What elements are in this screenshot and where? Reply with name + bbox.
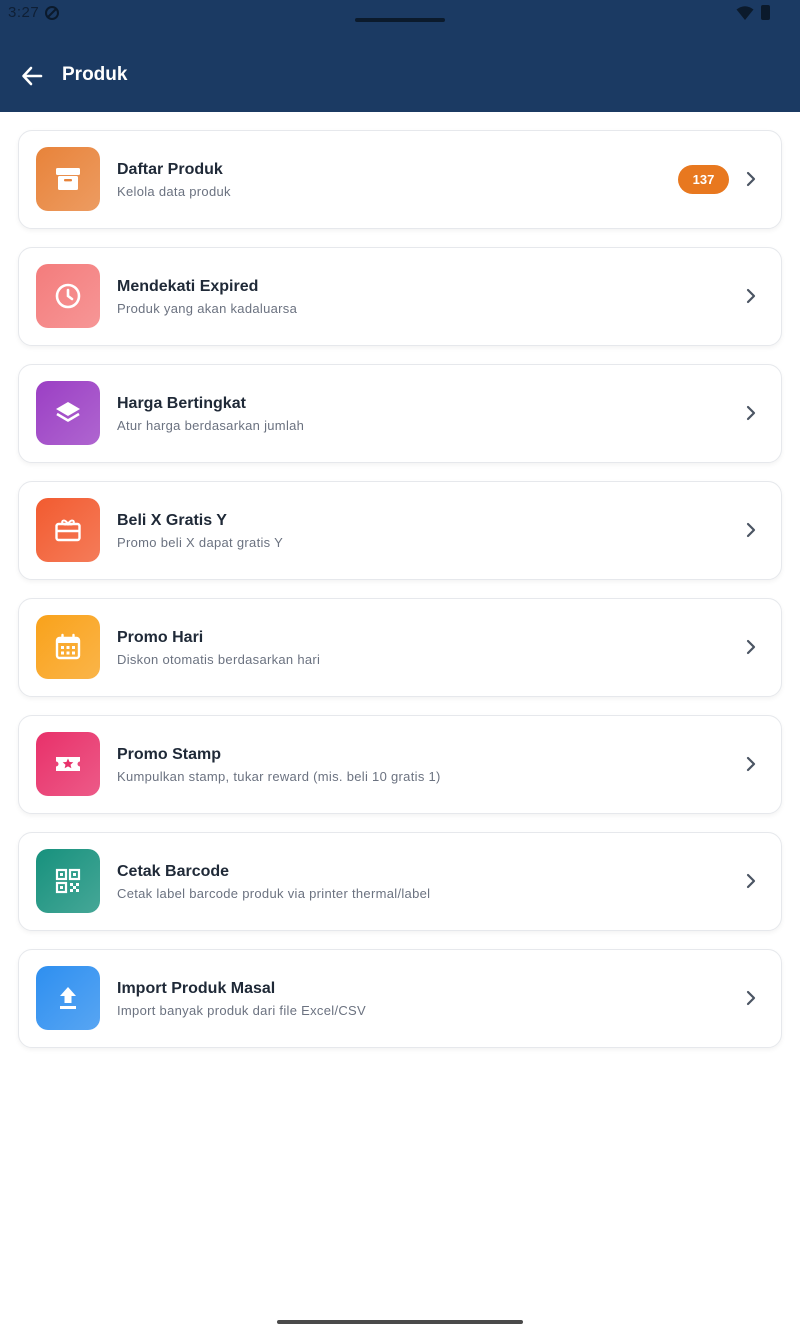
card-icon-tile [36, 732, 100, 796]
menu-item-cetak-barcode[interactable]: Cetak Barcode Cetak label barcode produk… [18, 832, 782, 931]
menu-item-title: Mendekati Expired [117, 278, 259, 295]
do-not-disturb-icon [45, 6, 59, 20]
card-icon-tile [36, 381, 100, 445]
upload-icon [60, 987, 76, 1009]
menu-item-subtitle: Atur harga berdasarkan jumlah [117, 418, 305, 433]
menu-item-daftar-produk[interactable]: Daftar Produk Kelola data produk 137 [18, 130, 782, 229]
menu-item-harga-bertingkat[interactable]: Harga Bertingkat Atur harga berdasarkan … [18, 364, 782, 463]
archive-box-icon [56, 168, 80, 190]
qr-code-icon [55, 868, 81, 894]
chevron-right-icon [746, 990, 756, 1006]
card-icon-tile [36, 147, 100, 211]
menu-item-subtitle: Cetak label barcode produk via printer t… [117, 886, 431, 901]
gift-card-icon [55, 519, 81, 542]
chevron-right-icon [746, 756, 756, 772]
wifi-icon [736, 6, 754, 20]
menu-item-title: Cetak Barcode [117, 863, 230, 880]
menu-item-title: Promo Hari [117, 629, 204, 646]
menu-item-promo-hari[interactable]: Promo Hari Diskon otomatis berdasarkan h… [18, 598, 782, 697]
menu-item-title: Harga Bertingkat [117, 395, 246, 412]
star-ticket-icon [56, 757, 80, 771]
menu-item-subtitle: Diskon otomatis berdasarkan hari [117, 652, 321, 667]
menu-item-title: Import Produk Masal [117, 980, 276, 997]
arrow-left-icon [22, 66, 43, 86]
menu-item-subtitle: Import banyak produk dari file Excel/CSV [117, 1003, 366, 1018]
camera-notch [355, 18, 445, 22]
chevron-right-icon [746, 522, 756, 538]
battery-icon [761, 5, 770, 20]
menu-item-subtitle: Kelola data produk [117, 184, 231, 199]
menu-list: Daftar Produk Kelola data produk 137 Men… [18, 130, 782, 1066]
layers-icon [56, 402, 80, 422]
app-bar: 3:27 Produk [0, 0, 800, 112]
chevron-right-icon [746, 639, 756, 655]
menu-item-mendekati-expired[interactable]: Mendekati Expired Produk yang akan kadal… [18, 247, 782, 346]
back-button[interactable] [16, 60, 48, 92]
card-icon-tile [36, 849, 100, 913]
menu-item-title: Beli X Gratis Y [117, 512, 227, 529]
chevron-right-icon [746, 171, 756, 187]
menu-item-title: Promo Stamp [117, 746, 222, 763]
home-indicator[interactable] [277, 1320, 523, 1324]
menu-item-title: Daftar Produk [117, 161, 223, 178]
chevron-right-icon [746, 873, 756, 889]
chevron-right-icon [746, 288, 756, 304]
card-icon-tile [36, 264, 100, 328]
menu-item-subtitle: Produk yang akan kadaluarsa [117, 301, 298, 316]
menu-item-subtitle: Promo beli X dapat gratis Y [117, 535, 284, 550]
card-icon-tile [36, 615, 100, 679]
menu-item-beli-x-gratis-y[interactable]: Beli X Gratis Y Promo beli X dapat grati… [18, 481, 782, 580]
card-icon-tile [36, 498, 100, 562]
menu-item-subtitle: Kumpulkan stamp, tukar reward (mis. beli… [117, 769, 441, 784]
calendar-icon [55, 633, 81, 660]
menu-item-import-produk-masal[interactable]: Import Produk Masal Import banyak produk… [18, 949, 782, 1048]
menu-item-promo-stamp[interactable]: Promo Stamp Kumpulkan stamp, tukar rewar… [18, 715, 782, 814]
chevron-right-icon [746, 405, 756, 421]
page-title: Produk [62, 64, 128, 85]
count-badge: 137 [678, 165, 729, 194]
clock-icon [55, 283, 81, 309]
card-icon-tile [36, 966, 100, 1030]
status-time: 3:27 [8, 4, 40, 21]
